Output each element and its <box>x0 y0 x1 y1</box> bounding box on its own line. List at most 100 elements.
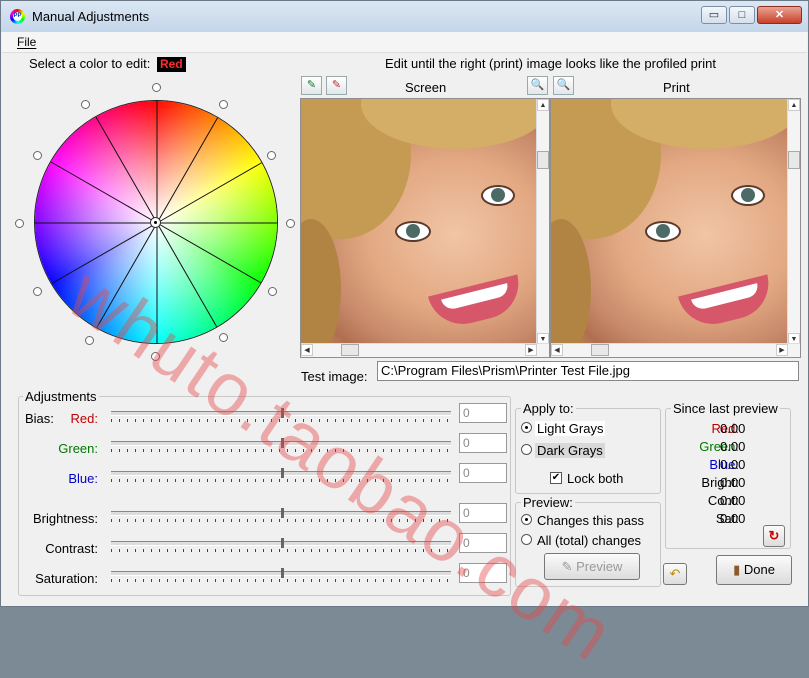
app-icon: PP <box>10 9 25 24</box>
saturation-slider[interactable] <box>111 568 451 586</box>
contrast-slider[interactable] <box>111 538 451 556</box>
changes-this-pass-radio[interactable] <box>521 514 532 525</box>
scroll-left-icon[interactable]: ◀ <box>551 344 563 356</box>
wheel-handle[interactable] <box>151 352 160 361</box>
close-button[interactable]: ✕ <box>757 6 802 24</box>
screen-vertical-scrollbar[interactable]: ▲ ▼ <box>536 99 549 345</box>
screen-image-pane[interactable]: ▲ ▼ ◀ ▶ <box>300 98 550 358</box>
brightness-value-field[interactable]: 0 <box>459 503 507 523</box>
door-icon: ▮ <box>733 562 741 577</box>
print-vertical-scrollbar[interactable]: ▲ ▼ <box>787 99 800 345</box>
print-horizontal-scrollbar[interactable]: ◀ ▶ <box>551 343 800 357</box>
multi-eyedropper-icon: ✎ <box>331 79 342 91</box>
green-slider-label: Green: <box>58 441 98 456</box>
zoom-out-icon: 🔍 <box>530 79 545 91</box>
screen-horizontal-scrollbar[interactable]: ◀ ▶ <box>301 343 549 357</box>
slider-thumb[interactable] <box>281 508 284 518</box>
wheel-handle[interactable] <box>15 219 24 228</box>
slider-thumb[interactable] <box>281 568 284 578</box>
minimize-icon: ▭ <box>708 9 720 21</box>
scroll-right-icon[interactable]: ▶ <box>525 344 537 356</box>
saturation-slider-label: Saturation: <box>35 571 98 586</box>
done-button[interactable]: ▮ Done <box>716 555 792 585</box>
green-value-field[interactable]: 0 <box>459 433 507 453</box>
changes-this-pass-label[interactable]: Changes this pass <box>537 513 644 528</box>
edit-hint: Edit until the right (print) image looks… <box>385 56 716 71</box>
blue-slider[interactable] <box>111 468 451 486</box>
stat-red-value: 0.00 <box>720 421 746 436</box>
red-value-field[interactable]: 0 <box>459 403 507 423</box>
slider-thumb[interactable] <box>281 408 284 418</box>
wheel-handle[interactable] <box>152 83 161 92</box>
slider-thumb[interactable] <box>281 438 284 448</box>
minimize-button[interactable]: ▭ <box>701 6 727 24</box>
wheel-handle[interactable] <box>219 333 228 342</box>
light-grays-label[interactable]: Light Grays <box>535 421 606 436</box>
slider-thumb[interactable] <box>281 538 284 548</box>
preview-button[interactable]: ✎ Preview <box>544 553 640 580</box>
brightness-slider-label: Brightness: <box>32 511 98 526</box>
lock-both-label[interactable]: Lock both <box>567 471 623 486</box>
eyedropper-button[interactable]: ✎ <box>301 76 322 95</box>
wheel-center-handle[interactable] <box>150 217 161 228</box>
preview-title: Preview: <box>521 495 575 510</box>
scroll-thumb[interactable] <box>341 344 359 356</box>
screen-pane-label: Screen <box>405 80 447 95</box>
lock-both-checkbox[interactable]: ✔ <box>550 472 562 484</box>
wheel-handle[interactable] <box>267 151 276 160</box>
scroll-thumb[interactable] <box>591 344 609 356</box>
stat-green-value: 0.00 <box>720 439 746 454</box>
wheel-handle[interactable] <box>81 100 90 109</box>
manual-adjustments-window: PP Manual Adjustments ▭ □ ✕ File Select … <box>0 0 809 677</box>
title-bar[interactable]: PP Manual Adjustments ▭ □ ✕ <box>1 1 808 32</box>
red-slider-label: Red: <box>70 411 98 426</box>
saturation-value-field[interactable]: 0 <box>459 563 507 583</box>
apply-to-title: Apply to: <box>521 401 576 416</box>
zoom-out-button[interactable]: 🔍 <box>527 76 548 95</box>
stat-blue-value: 0.00 <box>720 457 746 472</box>
scroll-left-icon[interactable]: ◀ <box>301 344 313 356</box>
scroll-up-icon[interactable]: ▲ <box>537 99 549 111</box>
preview-icon: ✎ <box>561 559 573 574</box>
dark-grays-radio[interactable] <box>521 444 532 455</box>
scroll-thumb[interactable] <box>788 151 800 169</box>
all-changes-radio[interactable] <box>521 534 532 545</box>
reset-stats-button[interactable]: ↻ <box>763 525 785 547</box>
reset-icon: ↻ <box>768 528 780 543</box>
wheel-handle[interactable] <box>219 100 228 109</box>
print-pane-label: Print <box>663 80 690 95</box>
green-slider[interactable] <box>111 438 451 456</box>
blue-slider-label: Blue: <box>68 471 98 486</box>
blue-value-field[interactable]: 0 <box>459 463 507 483</box>
zoom-in-button[interactable]: 🔍 <box>553 76 574 95</box>
dark-grays-label[interactable]: Dark Grays <box>535 443 605 458</box>
slider-thumb[interactable] <box>281 468 284 478</box>
scroll-right-icon[interactable]: ▶ <box>776 344 788 356</box>
wheel-handle[interactable] <box>268 287 277 296</box>
eyedropper-icon: ✎ <box>306 79 317 91</box>
menu-file[interactable]: File <box>17 35 36 49</box>
contrast-value-field[interactable]: 0 <box>459 533 507 553</box>
all-changes-label[interactable]: All (total) changes <box>537 533 641 548</box>
stat-cont-value: 0.00 <box>720 493 746 508</box>
wheel-handle[interactable] <box>33 287 42 296</box>
light-grays-radio[interactable] <box>521 422 532 433</box>
scroll-thumb[interactable] <box>537 151 549 169</box>
wheel-handle[interactable] <box>286 219 295 228</box>
wheel-handle[interactable] <box>33 151 42 160</box>
wheel-handle[interactable] <box>85 336 94 345</box>
adjustments-title: Adjustments <box>23 389 99 404</box>
multi-eyedropper-button[interactable]: ✎ <box>326 76 347 95</box>
scroll-up-icon[interactable]: ▲ <box>788 99 800 111</box>
undo-button[interactable]: ↶ <box>663 563 687 585</box>
test-image-label: Test image: <box>301 369 368 384</box>
test-image-path-field[interactable]: C:\Program Files\Prism\Printer Test File… <box>377 361 799 381</box>
brightness-slider[interactable] <box>111 508 451 526</box>
window-title: Manual Adjustments <box>32 9 150 24</box>
adjustments-group <box>18 396 511 596</box>
maximize-button[interactable]: □ <box>729 6 755 24</box>
red-slider[interactable] <box>111 408 451 426</box>
undo-icon: ↶ <box>669 566 681 581</box>
maximize-icon: □ <box>738 9 746 21</box>
print-image-pane[interactable]: ▲ ▼ ◀ ▶ <box>550 98 801 358</box>
